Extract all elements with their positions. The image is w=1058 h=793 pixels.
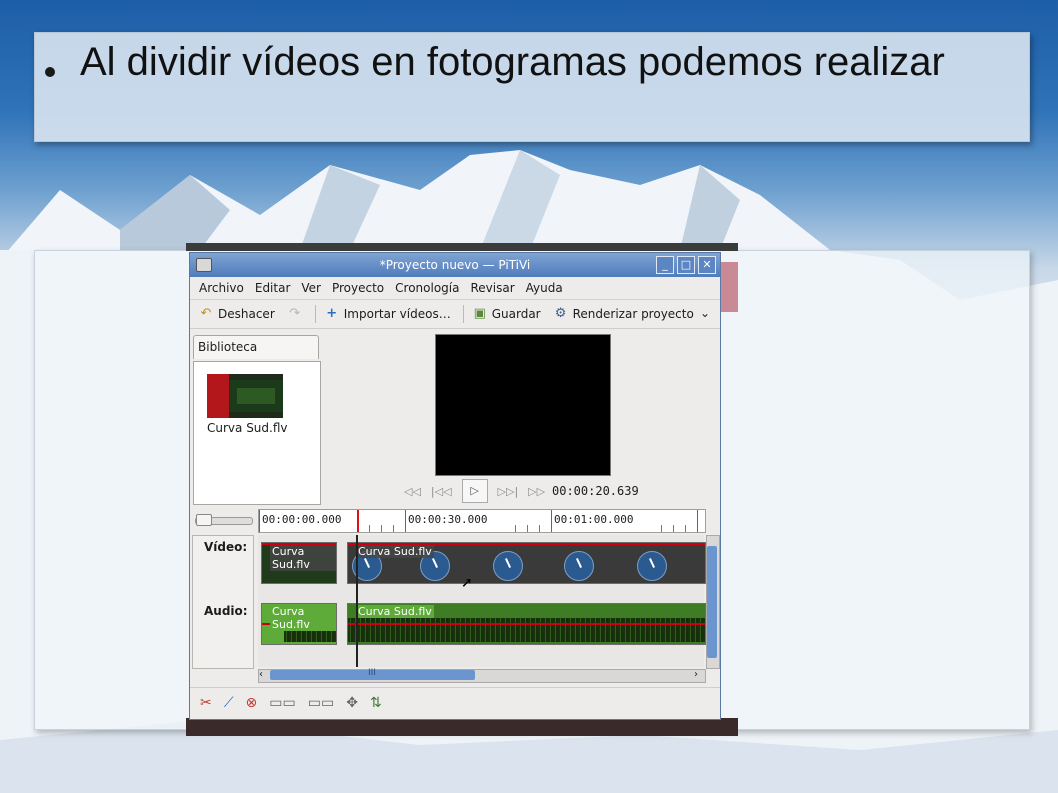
vertical-scrollbar-thumb[interactable] <box>707 546 717 658</box>
group-icon[interactable]: ⇅ <box>370 695 382 711</box>
menu-archivo[interactable]: Archivo <box>199 281 244 295</box>
pitivi-window: *Proyecto nuevo — PiTiVi _ □ ✕ Archivo E… <box>189 252 721 720</box>
scroll-left-icon[interactable]: ‹ <box>259 669 263 680</box>
audio-clip[interactable]: Curva Sud.flv <box>261 603 337 645</box>
toolbar-separator <box>462 305 464 323</box>
audio-track-label: Audio: <box>204 604 248 618</box>
screenshot-edge-top <box>186 243 738 251</box>
redo-icon: ↷ <box>289 306 301 321</box>
forward-icon[interactable]: ▷▷ <box>528 485 545 498</box>
media-library: Curva Sud.flv <box>193 361 321 505</box>
timecode: 00:00:20.639 <box>552 484 639 498</box>
audio-clip-name: Curva Sud.flv <box>356 605 434 618</box>
render-label: Renderizar proyecto <box>572 307 694 321</box>
timeline-ruler[interactable]: 00:00:00.000 00:00:30.000 00:01:00.000 <box>258 509 706 533</box>
keyframe-icon[interactable]: ⟋ <box>224 695 234 711</box>
video-clip[interactable]: Curva Sud.flv <box>261 542 337 584</box>
mouse-pointer-icon: ➚ <box>461 575 473 591</box>
ruler-label: 00:00:30.000 <box>408 513 488 526</box>
scroll-right-icon[interactable]: › <box>694 669 698 680</box>
menu-revisar[interactable]: Revisar <box>470 281 514 295</box>
screenshot-edge-right <box>718 262 738 312</box>
render-button[interactable]: ⚙ Renderizar proyecto <box>553 306 694 322</box>
slide-title: Al dividir vídeos en fotogramas podemos … <box>80 40 945 84</box>
menubar: Archivo Editar Ver Proyecto Cronología R… <box>190 277 720 300</box>
clip-name: Curva Sud.flv <box>207 421 288 435</box>
ungroup-icon[interactable]: ✥ <box>346 695 358 711</box>
unlink-icon[interactable]: ▭▭ <box>269 695 295 711</box>
menu-cronologia[interactable]: Cronología <box>395 281 459 295</box>
play-button[interactable]: ▷ <box>461 479 488 503</box>
toolbar-separator <box>314 305 316 323</box>
import-label: Importar vídeos… <box>343 307 451 321</box>
menu-editar[interactable]: Editar <box>255 281 291 295</box>
rewind-icon[interactable]: ◁◁ <box>404 485 421 498</box>
scrollbar-grip: III <box>368 668 376 678</box>
video-clip-name: Curva Sud.flv <box>270 545 336 571</box>
timeline-toolbar: ✂ ⟋ ⊗ ▭▭ ▭▭ ✥ ⇅ <box>190 687 720 718</box>
ruler-label: 00:00:00.000 <box>262 513 342 526</box>
video-clip-name: Curva Sud.flv <box>356 545 434 558</box>
undo-icon: ↶ <box>200 306 212 321</box>
video-track-label: Vídeo: <box>204 540 248 554</box>
import-button[interactable]: + Importar vídeos… <box>324 306 451 322</box>
redo-button[interactable]: ↷ <box>287 306 303 322</box>
save-icon: ▣ <box>473 306 486 321</box>
window-title: *Proyecto nuevo — PiTiVi <box>379 258 531 272</box>
maximize-button[interactable]: □ <box>677 256 695 274</box>
audio-clip-name: Curva Sud.flv <box>270 605 336 631</box>
chevron-down-icon[interactable]: ⌄ <box>700 306 710 320</box>
bullet <box>45 67 55 77</box>
delete-icon[interactable]: ⊗ <box>246 695 258 711</box>
titlebar[interactable]: *Proyecto nuevo — PiTiVi _ □ ✕ <box>190 253 720 277</box>
clip-thumbnail[interactable] <box>207 374 283 418</box>
close-button[interactable]: ✕ <box>698 256 716 274</box>
undo-button[interactable]: ↶ Deshacer <box>198 306 275 322</box>
split-icon[interactable]: ✂ <box>200 695 212 711</box>
go-start-icon[interactable]: |◁◁ <box>431 485 452 498</box>
video-clip[interactable]: Curva Sud.flv <box>347 542 706 584</box>
render-icon: ⚙ <box>554 306 567 321</box>
save-button[interactable]: ▣ Guardar <box>472 306 541 322</box>
minimize-button[interactable]: _ <box>656 256 674 274</box>
plus-icon: + <box>326 306 338 321</box>
link-icon[interactable]: ▭▭ <box>308 695 334 711</box>
menu-proyecto[interactable]: Proyecto <box>332 281 384 295</box>
menu-ayuda[interactable]: Ayuda <box>526 281 563 295</box>
toolbar: ↶ Deshacer ↷ + Importar vídeos… ▣ Guarda… <box>190 300 720 329</box>
ruler-label: 00:01:00.000 <box>554 513 634 526</box>
zoom-slider-handle[interactable] <box>196 514 212 526</box>
ruler-playhead[interactable] <box>357 510 359 532</box>
tab-media-library[interactable]: Biblioteca multimedia <box>193 335 319 376</box>
transport-controls: ◁◁ |◁◁ ▷ ▷▷| ▷▷ <box>404 479 545 503</box>
timeline-tracks: Curva Sud.flv Curva Sud.flv Curva Sud.fl… <box>258 535 706 667</box>
track-labels <box>192 535 254 669</box>
timeline-playhead[interactable] <box>356 535 358 667</box>
screenshot-edge-bottom <box>186 718 738 736</box>
undo-label: Deshacer <box>218 307 275 321</box>
audio-clip[interactable]: Curva Sud.flv <box>347 603 706 645</box>
save-label: Guardar <box>491 307 541 321</box>
go-end-icon[interactable]: ▷▷| <box>498 485 519 498</box>
menu-ver[interactable]: Ver <box>301 281 321 295</box>
video-viewer <box>435 334 611 476</box>
